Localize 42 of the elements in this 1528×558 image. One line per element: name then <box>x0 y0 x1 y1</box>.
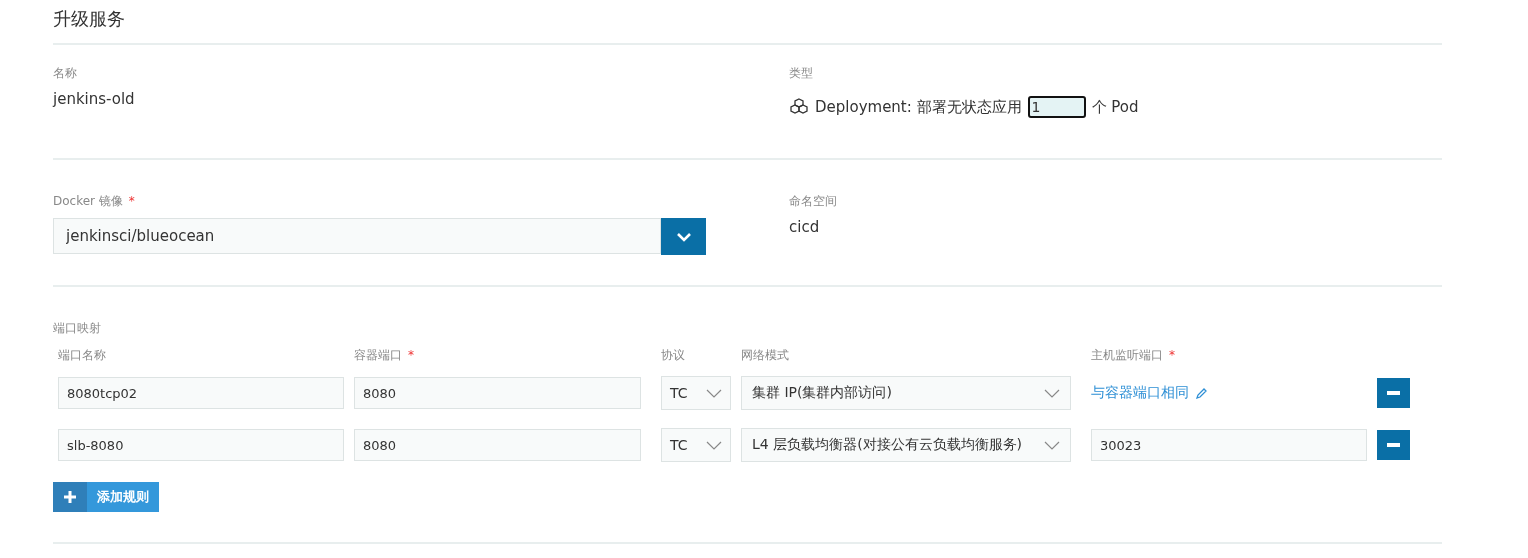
namespace-value: cicd <box>789 218 820 236</box>
plus-icon <box>64 491 76 503</box>
pencil-icon[interactable] <box>1195 386 1207 400</box>
dropdown-button[interactable] <box>661 218 706 255</box>
chevron-down-icon <box>706 388 722 398</box>
required-mark: * <box>1169 348 1175 362</box>
unit-text: 个 Pod <box>1091 97 1139 117</box>
column-header: 网络模式 <box>741 348 789 362</box>
field-label: 命名空间 <box>789 194 837 208</box>
page-title: 升级服务 <box>53 0 1442 45</box>
container-port-input[interactable]: 8080 <box>354 429 641 461</box>
column-header: 协议 <box>661 348 685 362</box>
column-header: 容器端口 <box>354 348 402 362</box>
replicas-input[interactable]: 1 <box>1027 96 1086 118</box>
minus-icon <box>1387 443 1400 447</box>
container-port-input[interactable]: 8080 <box>354 377 641 409</box>
remove-button[interactable] <box>1377 430 1410 460</box>
section-label: 端口映射 <box>53 320 101 337</box>
column-header: 端口名称 <box>58 348 106 362</box>
field-label: Docker 镜像 <box>53 194 123 208</box>
port-name-input[interactable]: 8080tcp02 <box>58 377 344 409</box>
network-mode-select[interactable]: 集群 IP(集群内部访问) <box>741 376 1071 410</box>
name-value: jenkins-old <box>53 90 135 108</box>
chevron-down-icon <box>1044 388 1060 398</box>
protocol-select[interactable]: TC <box>661 376 731 410</box>
image-input[interactable]: jenkinsci/blueocean <box>53 218 661 254</box>
remove-button[interactable] <box>1377 378 1410 408</box>
column-header: 主机监听端口 <box>1091 348 1163 362</box>
chevron-down-icon <box>675 231 692 242</box>
host-port-input[interactable]: 30023 <box>1091 429 1367 461</box>
same-as-container-link[interactable]: 与容器端口相同 <box>1091 384 1189 402</box>
protocol-select[interactable]: TC <box>661 428 731 462</box>
minus-icon <box>1387 391 1400 395</box>
chevron-down-icon <box>706 440 722 450</box>
field-label: 名称 <box>53 66 77 80</box>
network-mode-select[interactable]: L4 层负载均衡器(对接公有云负载均衡服务) <box>741 428 1071 462</box>
field-label: 类型 <box>789 66 813 80</box>
required-mark: * <box>128 194 135 208</box>
port-name-input[interactable]: slb-8080 <box>58 429 344 461</box>
required-mark: * <box>408 348 414 362</box>
chevron-down-icon <box>1044 440 1060 450</box>
type-text: Deployment: 部署无状态应用 <box>815 97 1022 117</box>
